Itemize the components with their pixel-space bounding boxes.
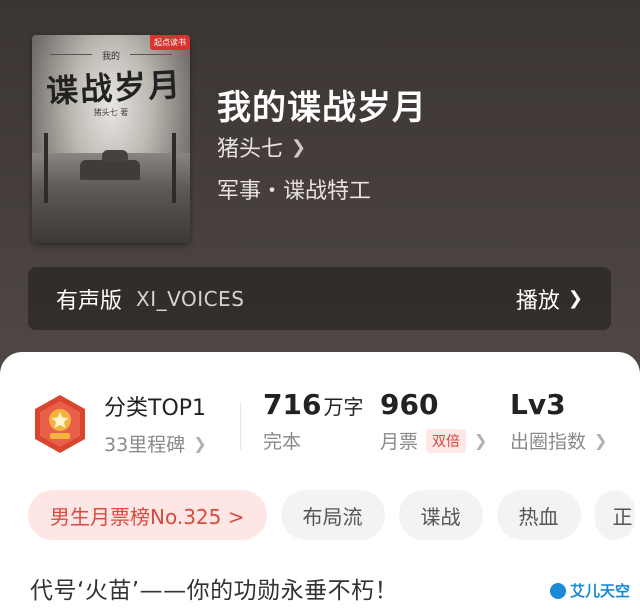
category-rank-stat[interactable]: 分类TOP1 33里程碑 ❯ [104,390,207,457]
play-button[interactable]: 播放 ❯ [516,283,583,315]
chevron-right-icon: ❯ [291,136,307,158]
cover-post [44,133,48,203]
level-value: Lv3 [510,388,566,421]
divider [240,402,241,450]
chevron-right-icon: ❯ [594,431,608,450]
audio-version-bar[interactable]: 有声版 XI_VOICES 播放 ❯ [28,267,611,330]
completion-status: 完本 [263,431,302,453]
cover-big-title: 谍战岁月 [45,65,184,111]
ticket-count: 960 [380,388,439,421]
cover-post [172,133,176,203]
cover-author: 猪头七 著 [93,108,129,117]
category-rank: 分类TOP1 [104,396,207,421]
word-count-unit: 万字 [323,395,364,419]
milestone-text: 33里程碑 [104,434,186,456]
book-slogan: 代号‘火苗’——你的功勋永垂不朽！ [30,578,399,604]
popularity-index-stat[interactable]: Lv3 出圈指数 ❯ [510,388,607,454]
word-count-stat: 716 万字 完本 [263,388,363,454]
tag-monthly-rank[interactable]: 男生月票榜No.325 > [28,490,267,540]
double-badge: 双倍 [426,428,467,453]
author-link[interactable]: 猪头七 ❯ [217,131,306,163]
medal-icon [35,395,85,453]
play-label: 播放 [515,288,560,314]
popularity-label: 出圈指数 [510,431,587,453]
tag-item[interactable]: 热血 [496,490,581,540]
word-count-value: 716 [263,388,322,421]
tag-list: 男生月票榜No.325 > 布局流 谍战 热血 正 [28,490,635,540]
chevron-right-icon: ❯ [474,431,488,450]
chevron-right-icon: ❯ [567,288,583,309]
book-title: 我的谍战岁月 [217,88,427,128]
audio-label: 有声版 [56,288,123,314]
watermark: 艾儿天空 [549,580,630,601]
tag-item[interactable]: 布局流 [280,490,385,540]
book-genre[interactable]: 军事・谍战特工 [217,173,371,205]
watermark-text: 艾儿天空 [569,582,630,600]
narrator-name: XI_VOICES [136,286,245,311]
monthly-tickets-stat[interactable]: 960 月票 双倍 ❯ [380,388,487,454]
info-panel: 分类TOP1 33里程碑 ❯ 716 万字 完本 960 月票 双倍 ❯ Lv3 … [0,352,640,610]
watermark-icon [549,582,566,599]
book-cover[interactable]: 起点读书 我的 谍战岁月 猪头七 著 [32,35,190,243]
chevron-right-icon: ❯ [193,434,207,453]
cover-badge: 起点读书 [150,35,190,50]
author-name: 猪头七 [217,137,284,162]
tag-item[interactable]: 正 [594,490,635,540]
tag-item[interactable]: 谍战 [398,490,483,540]
ticket-label: 月票 [380,431,419,453]
cover-tank [80,150,140,180]
